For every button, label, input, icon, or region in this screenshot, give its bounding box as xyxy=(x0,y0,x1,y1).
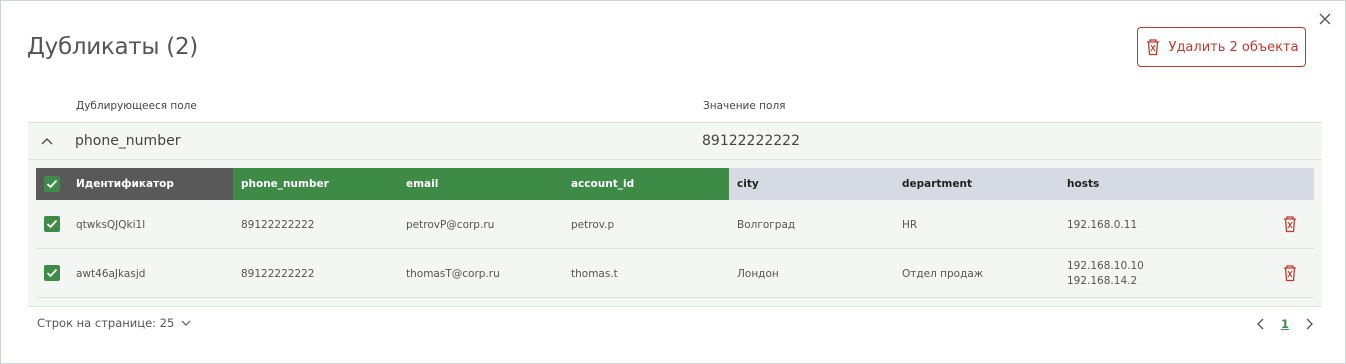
pagination: 1 xyxy=(1255,314,1315,334)
duplicate-field-header: Дублирующееся поле xyxy=(76,100,197,112)
th-email[interactable]: email xyxy=(398,168,563,200)
table-header: Идентификатор phone_number email account… xyxy=(36,168,1314,200)
cell-hosts: 192.168.10.10 192.168.14.2 xyxy=(1067,249,1144,298)
group-field-value: 89122222222 xyxy=(702,133,800,149)
rows-per-page-select[interactable]: Строк на странице: 25 xyxy=(37,316,192,330)
th-city-label: city xyxy=(737,178,759,190)
chevron-up-icon[interactable] xyxy=(40,134,54,148)
cell-account-id: petrov.p xyxy=(571,218,615,231)
rows-per-page-label: Строк на странице: 25 xyxy=(37,316,175,330)
group-field-name: phone_number xyxy=(75,133,181,149)
trash-icon[interactable] xyxy=(1282,215,1298,233)
cell-city: Лондон xyxy=(737,267,779,280)
table-row[interactable]: qtwksQJQki1l 89122222222 petrovP@corp.ru… xyxy=(36,200,1314,249)
th-city[interactable]: city xyxy=(729,168,894,200)
row-checkbox[interactable] xyxy=(44,265,60,281)
th-email-label: email xyxy=(406,178,439,190)
delete-objects-label: Удалить 2 объекта xyxy=(1168,39,1299,55)
cell-email: petrovP@corp.ru xyxy=(406,218,495,231)
cell-phone-number: 89122222222 xyxy=(241,218,315,231)
cell-email: thomasT@corp.ru xyxy=(406,267,500,280)
checkmark-icon xyxy=(46,268,58,278)
current-page[interactable]: 1 xyxy=(1281,317,1289,331)
delete-objects-button[interactable]: Удалить 2 объекта xyxy=(1137,27,1306,67)
th-hosts-label: hosts xyxy=(1067,178,1100,190)
table-row[interactable]: awt46aJkasjd 89122222222 thomasT@corp.ru… xyxy=(36,249,1314,298)
close-button[interactable] xyxy=(1315,9,1335,29)
duplicates-dialog: Дубликаты (2) Удалить 2 объекта Дублирую… xyxy=(0,0,1346,364)
cell-identifier: awt46aJkasjd xyxy=(76,267,146,280)
host-entry: 192.168.14.2 xyxy=(1067,275,1138,287)
th-phone-number-label: phone_number xyxy=(241,178,329,190)
chevron-right-icon[interactable] xyxy=(1303,317,1315,331)
cell-department: Отдел продаж xyxy=(902,267,984,280)
checkmark-icon xyxy=(46,219,58,229)
close-icon[interactable] xyxy=(1319,13,1331,25)
host-entry: 192.168.0.11 xyxy=(1067,218,1138,231)
th-phone-number[interactable]: phone_number xyxy=(233,168,398,200)
cell-account-id: thomas.t xyxy=(571,267,618,280)
th-hosts[interactable]: hosts xyxy=(1059,168,1314,200)
th-account-id-label: account_id xyxy=(571,178,635,190)
dialog-title: Дубликаты (2) xyxy=(27,34,198,60)
select-all-checkbox[interactable] xyxy=(44,176,60,192)
checkmark-icon xyxy=(46,179,58,189)
th-department-label: department xyxy=(902,178,972,190)
cell-identifier: qtwksQJQki1l xyxy=(76,218,146,231)
chevron-left-icon[interactable] xyxy=(1255,317,1267,331)
records-table: Идентификатор phone_number email account… xyxy=(28,160,1322,307)
chevron-down-icon xyxy=(181,320,191,326)
th-identifier[interactable]: Идентификатор xyxy=(36,168,233,200)
cell-phone-number: 89122222222 xyxy=(241,267,315,280)
field-value-header: Значение поля xyxy=(703,100,786,112)
cell-hosts: 192.168.0.11 xyxy=(1067,200,1137,249)
host-entry: 192.168.10.10 xyxy=(1067,260,1144,272)
th-identifier-label: Идентификатор xyxy=(76,178,174,190)
duplicate-group-row[interactable]: phone_number 89122222222 xyxy=(28,122,1322,160)
th-account-id[interactable]: account_id xyxy=(563,168,729,200)
trash-icon[interactable] xyxy=(1282,264,1298,282)
trash-icon xyxy=(1146,39,1159,56)
cell-department: HR xyxy=(902,218,918,231)
row-checkbox[interactable] xyxy=(44,216,60,232)
cell-city: Волгоград xyxy=(737,218,796,231)
th-department[interactable]: department xyxy=(894,168,1059,200)
